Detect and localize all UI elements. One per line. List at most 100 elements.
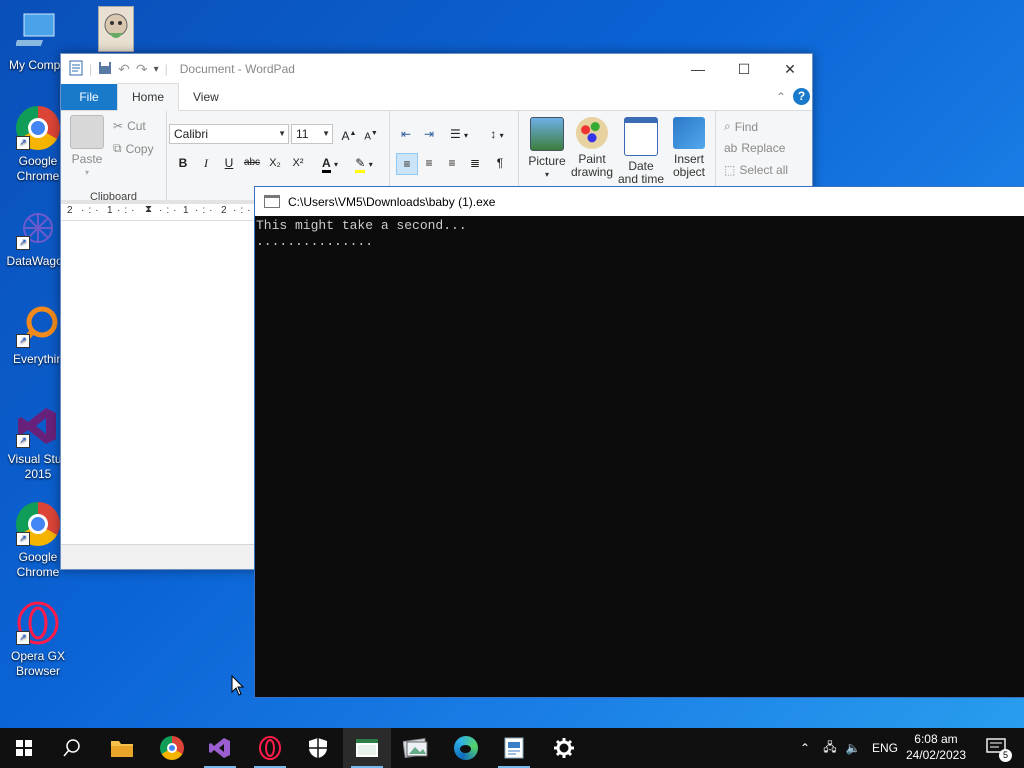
console-output[interactable]: This might take a second................… [255, 216, 1024, 250]
help-icon[interactable]: ? [793, 88, 810, 105]
date-time-button[interactable]: Date and time [617, 117, 665, 186]
opera-gx-icon: ↗ [16, 601, 60, 645]
chevron-down-icon: ▼ [278, 129, 286, 138]
edge-icon [454, 736, 478, 760]
tab-view[interactable]: View [179, 84, 233, 110]
align-center-button[interactable]: ≡ [419, 153, 439, 173]
taskbar-windows-security[interactable] [294, 728, 342, 768]
select-all-button[interactable]: ⬚ Select all [724, 163, 788, 177]
italic-button[interactable]: I [196, 153, 216, 173]
font-size-select[interactable]: 11 ▼ [291, 124, 333, 144]
volume-icon[interactable]: 🔈 [842, 741, 864, 755]
tab-home[interactable]: Home [117, 83, 180, 111]
wordpad-titlebar[interactable]: | ↶ ↷ ▾ | Document - WordPad — ☐ ✕ [61, 54, 812, 84]
action-center-button[interactable]: 5 [986, 738, 1012, 762]
taskbar-wordpad[interactable] [490, 728, 538, 768]
cut-button[interactable]: ✂ Cut [113, 119, 146, 133]
customize-qat-icon[interactable]: ▾ [154, 64, 159, 75]
decrease-indent-button[interactable]: ⇤ [396, 124, 416, 144]
console-line: This might take a second... [256, 218, 467, 233]
binoculars-icon: ⌕ [724, 119, 731, 133]
user-avatar-icon[interactable] [98, 6, 134, 52]
clipboard-group: Paste ▾ ✂ Cut ⧉ Copy Clipboard [61, 111, 167, 207]
underline-button[interactable]: U [219, 153, 239, 173]
taskbar-settings[interactable] [540, 728, 588, 768]
console-icon [356, 739, 378, 757]
select-all-icon: ⬚ [724, 163, 736, 177]
save-icon[interactable] [98, 61, 112, 78]
console-titlebar[interactable]: C:\Users\VM5\Downloads\baby (1).exe [255, 187, 1024, 216]
copy-icon: ⧉ [113, 141, 122, 155]
start-button[interactable] [0, 728, 48, 768]
undo-icon[interactable]: ↶ [118, 61, 130, 78]
visual-studio-icon: ↗ [16, 404, 60, 448]
bullets-button[interactable]: ☰ ▾ [444, 124, 474, 144]
everything-search-icon: ↗ [16, 304, 60, 348]
picture-button[interactable]: Picture ▾ [527, 117, 567, 181]
bold-button[interactable]: B [173, 153, 193, 173]
console-app-icon [264, 195, 280, 208]
increase-indent-button[interactable]: ⇥ [419, 124, 439, 144]
align-right-button[interactable]: ≡ [442, 153, 462, 173]
justify-button[interactable]: ≣ [465, 153, 485, 173]
align-left-button[interactable]: ≡ [396, 153, 418, 175]
taskbar-opera-gx[interactable] [246, 728, 294, 768]
replace-button[interactable]: ab Replace [724, 141, 785, 155]
chrome-icon [160, 736, 184, 760]
taskbar-edge[interactable] [442, 728, 490, 768]
shrink-font-button[interactable]: A▼ [361, 124, 381, 144]
line-spacing-button[interactable]: ↕ ▾ [482, 124, 512, 144]
paint-drawing-button[interactable]: Paint drawing [569, 117, 615, 179]
desktop-icon-opera-gx[interactable]: ↗ Opera GX Browser [0, 601, 76, 679]
wordpad-icon [504, 737, 524, 759]
console-title: C:\Users\VM5\Downloads\baby (1).exe [288, 194, 496, 209]
strikethrough-button[interactable]: abc [242, 153, 262, 173]
search-icon [63, 739, 80, 757]
console-window[interactable]: C:\Users\VM5\Downloads\baby (1).exe This… [254, 186, 1024, 698]
redo-icon[interactable]: ↷ [136, 61, 148, 78]
superscript-button[interactable]: X² [288, 153, 308, 173]
copy-button[interactable]: ⧉ Copy [113, 141, 154, 156]
highlight-color-button[interactable]: ✎ ▾ [349, 153, 379, 173]
clock-date: 24/02/2023 [905, 748, 966, 762]
text-color-button[interactable]: A ▾ [315, 153, 345, 173]
paste-icon [70, 115, 104, 149]
wordpad-app-icon[interactable] [69, 60, 83, 79]
input-language[interactable]: ENG [872, 741, 898, 755]
ruler[interactable]: 2 ·:· 1 ·:· ⧗ ·:· 1 ·:· 2 ·:· [61, 204, 255, 221]
chevron-down-icon: ▼ [322, 129, 330, 138]
notification-count-badge: 5 [999, 749, 1012, 762]
minimize-button[interactable]: — [675, 54, 721, 84]
maximize-button[interactable]: ☐ [721, 54, 767, 84]
grow-font-button[interactable]: A▲ [339, 124, 359, 144]
insert-object-button[interactable]: Insert object [667, 117, 711, 179]
console-line: ............... [256, 234, 374, 249]
mouse-cursor-icon [231, 674, 245, 700]
taskbar-photos[interactable] [392, 728, 440, 768]
status-bar [61, 544, 255, 569]
search-button[interactable] [48, 728, 96, 768]
paragraph-button[interactable]: ¶ [490, 153, 510, 173]
taskbar-visual-studio[interactable] [196, 728, 244, 768]
clock[interactable]: 6:08 am 24/02/2023 [906, 731, 966, 763]
find-button[interactable]: ⌕ Find [724, 119, 758, 134]
taskbar: ⌃ 🖧 🔈 ENG 6:08 am 24/02/2023 5 [0, 728, 1024, 768]
close-button[interactable]: ✕ [767, 54, 813, 84]
windows-logo-icon [16, 740, 32, 756]
folder-icon [111, 741, 133, 757]
paste-button[interactable]: Paste ▾ [69, 115, 105, 179]
taskbar-chrome[interactable] [148, 728, 196, 768]
taskbar-file-explorer[interactable] [98, 728, 146, 768]
subscript-button[interactable]: X₂ [265, 153, 285, 173]
network-icon[interactable]: 🖧 [818, 738, 842, 759]
document-editor[interactable] [61, 226, 255, 544]
minimize-ribbon-icon[interactable]: ⌃ [776, 90, 786, 104]
show-hidden-icons-icon[interactable]: ⌃ [796, 741, 814, 755]
shield-icon [309, 738, 327, 758]
taskbar-console[interactable] [343, 728, 391, 768]
indent-marker-icon[interactable]: ⧗ [145, 204, 152, 215]
tab-file[interactable]: File [61, 84, 117, 110]
replace-icon: ab [724, 141, 738, 155]
font-family-select[interactable]: Calibri ▼ [169, 124, 289, 144]
opera-gx-icon [259, 736, 281, 760]
